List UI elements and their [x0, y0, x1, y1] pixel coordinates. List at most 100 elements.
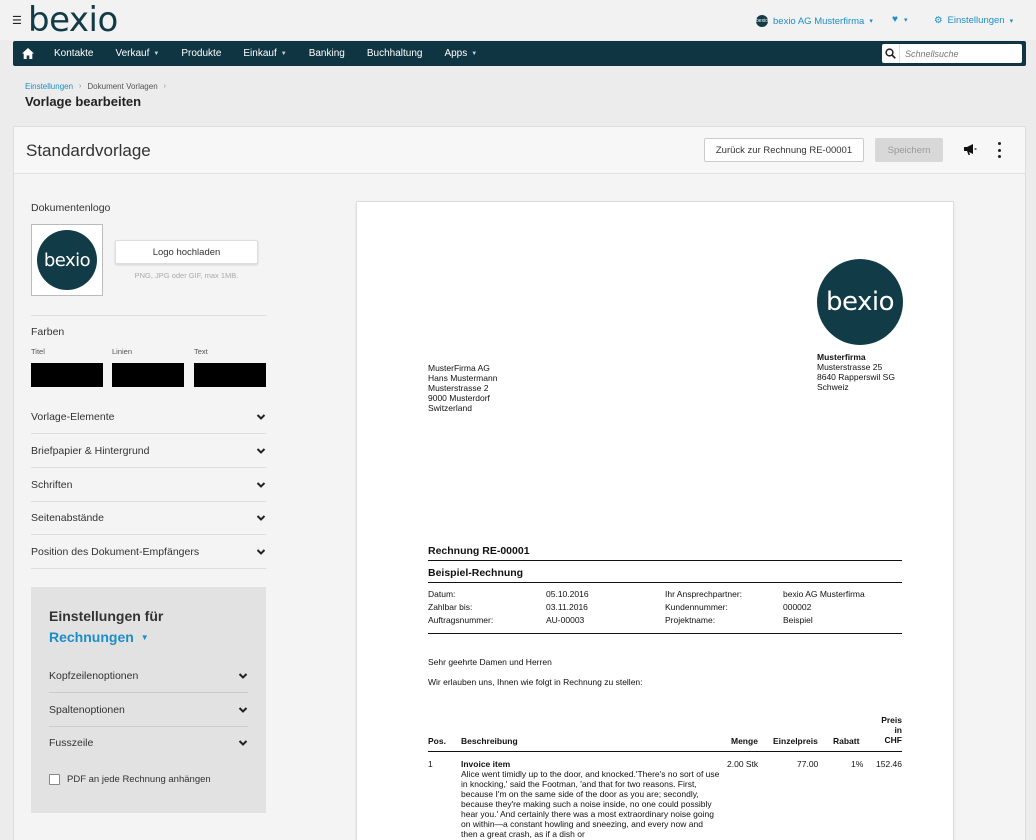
upload-hint: PNG, JPG oder GIF, max 1MB.	[134, 271, 239, 280]
nav-item-verkauf[interactable]: Verkauf ▼	[104, 41, 170, 66]
nav-item-buchhaltung[interactable]: Buchhaltung	[356, 41, 434, 66]
chevron-down-icon: ▾	[1009, 17, 1014, 25]
color-label-text: Text	[194, 347, 208, 356]
gear-icon: ⚙	[934, 15, 943, 26]
company-switcher[interactable]: bexio bexio AG Musterfirma ▾	[756, 15, 873, 27]
breadcrumb-link-settings[interactable]: Einstellungen	[25, 82, 73, 91]
chevron-down-icon	[238, 706, 248, 713]
chevron-down-icon	[256, 514, 266, 521]
chevron-down-icon	[238, 672, 248, 679]
meta-left-values: 05.10.2016 03.11.2016 AU-00003	[546, 589, 589, 625]
divider	[428, 560, 902, 561]
row-price: 152.46	[876, 759, 902, 769]
home-icon[interactable]	[13, 41, 43, 66]
bexio-logo-image: bexio	[37, 230, 97, 290]
chevron-down-icon: ▾	[903, 16, 908, 24]
save-button[interactable]: Speichern	[875, 138, 943, 162]
column-header-unit-price: Einzelpreis	[773, 736, 818, 746]
chevron-right-icon: ›	[163, 83, 166, 90]
attach-pdf-label: PDF an jede Rechnung anhängen	[67, 774, 211, 785]
section-letterhead-background[interactable]: Briefpapier & Hintergrund	[31, 434, 266, 468]
top-header: ☰ bexio bexio bexio AG Musterfirma ▾ ♥ ▾…	[0, 0, 1036, 40]
logo-preview: bexio	[31, 224, 103, 296]
document-logo: bexio	[817, 259, 903, 345]
heart-icon: ♥	[892, 14, 898, 25]
column-header-discount: Rabatt	[833, 736, 860, 746]
divider	[31, 315, 266, 316]
row-unit-price: 77.00	[797, 759, 819, 769]
chevron-down-icon	[256, 413, 266, 420]
chevron-down-icon: ▼	[153, 50, 160, 57]
nav-item-produkte[interactable]: Produkte	[170, 41, 232, 66]
chevron-down-icon	[256, 447, 266, 454]
bexio-logo[interactable]: bexio	[28, 0, 118, 40]
divider	[428, 582, 902, 583]
breadcrumb: Einstellungen › Dokument Vorlagen ›	[25, 82, 166, 91]
chevron-down-icon: ▼	[471, 50, 478, 57]
card-header: Standardvorlage Zurück zur Rechnung RE-0…	[14, 127, 1025, 174]
company-avatar: bexio	[756, 15, 768, 27]
main-nav: Kontakte Verkauf ▼ Produkte Einkauf ▼ Bank…	[13, 41, 1026, 66]
chevron-down-icon	[256, 548, 266, 555]
quick-search	[882, 44, 1022, 63]
section-fonts[interactable]: Schriften	[31, 468, 266, 502]
row-description: Invoice item Alice went timidly up to th…	[461, 759, 720, 839]
search-icon[interactable]	[882, 44, 900, 63]
section-header-options[interactable]: Kopfzeilenoptionen	[49, 659, 248, 693]
nav-item-banking[interactable]: Banking	[298, 41, 356, 66]
attach-pdf-option[interactable]: PDF an jede Rechnung anhängen	[49, 774, 211, 785]
meta-right-values: bexio AG Musterfirma 000002 Beispiel	[783, 589, 865, 625]
page-title: Vorlage bearbeiten	[25, 94, 142, 109]
nav-item-apps[interactable]: Apps ▼	[433, 41, 488, 66]
section-template-elements[interactable]: Vorlage-Elemente	[31, 400, 266, 434]
settings-menu[interactable]: ⚙ Einstellungen ▾	[934, 15, 1013, 26]
color-swatch-lines[interactable]	[112, 363, 184, 387]
greeting: Sehr geehrte Damen und Herren	[428, 657, 552, 667]
favorites-menu[interactable]: ♥ ▾	[892, 14, 907, 25]
chevron-down-icon	[256, 481, 266, 488]
settings-label: Einstellungen	[947, 15, 1005, 26]
sender-address: Musterfirma Musterstrasse 25 8640 Rapper…	[817, 352, 895, 392]
megaphone-icon[interactable]	[963, 142, 977, 156]
attach-pdf-checkbox[interactable]	[49, 774, 60, 785]
breadcrumb-item-templates: Dokument Vorlagen	[87, 82, 158, 91]
recipient-address: MusterFirma AG Hans Mustermann Musterstr…	[428, 363, 498, 413]
section-recipient-position[interactable]: Position des Dokument-Empfängers	[31, 535, 266, 569]
color-swatch-title[interactable]	[31, 363, 103, 387]
intro-text: Wir erlauben uns, Ihnen wie folgt in Rec…	[428, 677, 643, 687]
color-swatch-text[interactable]	[194, 363, 266, 387]
company-name: bexio AG Musterfirma	[773, 15, 865, 27]
template-title: Standardvorlage	[26, 141, 151, 160]
chevron-down-icon: ▼	[140, 632, 149, 642]
document-preview: bexio Musterfirma Musterstrasse 25 8640 …	[356, 201, 954, 840]
color-label-lines: Linien	[112, 347, 133, 356]
divider	[428, 751, 902, 752]
colors-label: Farben	[31, 326, 65, 338]
section-footer[interactable]: Fusszeile	[49, 726, 248, 760]
meta-right-labels: Ihr Ansprechpartner: Kundennummer: Proje…	[665, 589, 743, 625]
upload-logo-button[interactable]: Logo hochladen	[115, 240, 258, 264]
invoice-title: Rechnung RE-00001	[428, 545, 530, 557]
chevron-down-icon	[238, 740, 248, 746]
section-page-margins[interactable]: Seitenabstände	[31, 501, 266, 535]
color-label-title: Titel	[31, 347, 45, 356]
nav-item-einkauf[interactable]: Einkauf ▼	[232, 41, 297, 66]
invoice-subtitle: Beispiel-Rechnung	[428, 567, 524, 579]
section-column-options[interactable]: Spaltenoptionen	[49, 693, 248, 727]
row-quantity: 2.00 Stk	[727, 759, 759, 769]
document-type-settings-panel: Einstellungen für Rechnungen ▼ Kopfzeile…	[31, 587, 266, 813]
settings-for-label: Einstellungen für	[49, 608, 164, 624]
chevron-down-icon: ▾	[869, 18, 873, 25]
chevron-down-icon: ▼	[280, 50, 287, 57]
menu-icon[interactable]: ☰	[12, 14, 22, 27]
nav-item-kontakte[interactable]: Kontakte	[43, 41, 104, 66]
more-options-icon[interactable]	[994, 142, 1004, 158]
chevron-right-icon: ›	[79, 83, 82, 90]
meta-left-labels: Datum: Zahlbar bis: Auftragsnummer:	[428, 589, 494, 625]
row-pos: 1	[428, 759, 433, 769]
search-input[interactable]	[900, 48, 1018, 59]
back-to-invoice-button[interactable]: Zurück zur Rechnung RE-00001	[704, 138, 864, 162]
column-header-price: Preis in CHF	[881, 715, 902, 745]
column-header-description: Beschreibung	[461, 736, 518, 746]
document-type-dropdown[interactable]: Rechnungen ▼	[49, 629, 149, 645]
